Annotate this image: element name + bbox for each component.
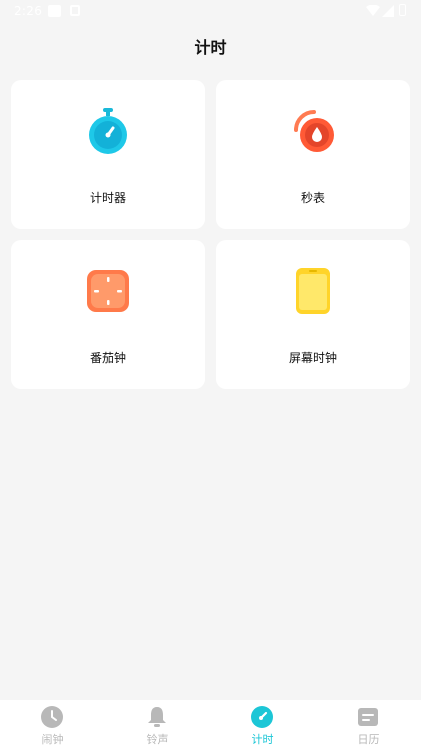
page-title: 计时 [194,38,227,57]
bottom-nav: 闹钟 铃声 计时 日历 [0,700,421,748]
nav-item-timer[interactable]: 计时 [210,700,315,748]
tomato-clock-card[interactable]: 番茄钟 [11,240,205,389]
timer-screen: 2:26 计时 计时器 秒表 番茄钟 屏幕时钟 闹钟 铃声 计时 日历 [0,0,421,748]
screen-clock-card-label: 屏幕时钟 [288,351,337,365]
tomato-clock-card-label: 番茄钟 [89,351,126,365]
screen-clock-card[interactable]: 屏幕时钟 [216,240,410,389]
bell-icon [148,707,166,727]
status-bar: 2:26 [0,0,421,24]
nav-item-calendar[interactable]: 日历 [316,700,421,748]
wifi-icon [366,5,380,16]
nav-label-ringtone: 铃声 [146,733,169,746]
notification-icon-2 [70,5,80,16]
nav-label-timer: 计时 [251,733,274,746]
notification-icon [48,5,61,17]
timer-icon [251,706,273,728]
stopwatch-drop-icon [294,110,334,152]
nav-item-alarm[interactable]: 闹钟 [0,700,105,748]
signal-icon [382,5,394,17]
timer-card[interactable]: 计时器 [11,80,205,229]
screen-clock-icon [296,268,330,314]
stopwatch-card-label: 秒表 [300,191,325,205]
stopwatch-card[interactable]: 秒表 [216,80,410,229]
status-time: 2:26 [14,4,43,18]
battery-icon [399,4,406,16]
tomato-clock-icon [87,270,129,312]
stopwatch-icon [89,108,127,154]
calendar-icon [358,708,378,726]
nav-item-ringtone[interactable]: 铃声 [105,700,210,748]
nav-label-calendar: 日历 [357,733,380,746]
timer-card-label: 计时器 [89,191,126,205]
clock-icon [41,706,63,728]
nav-label-alarm: 闹钟 [41,733,64,746]
